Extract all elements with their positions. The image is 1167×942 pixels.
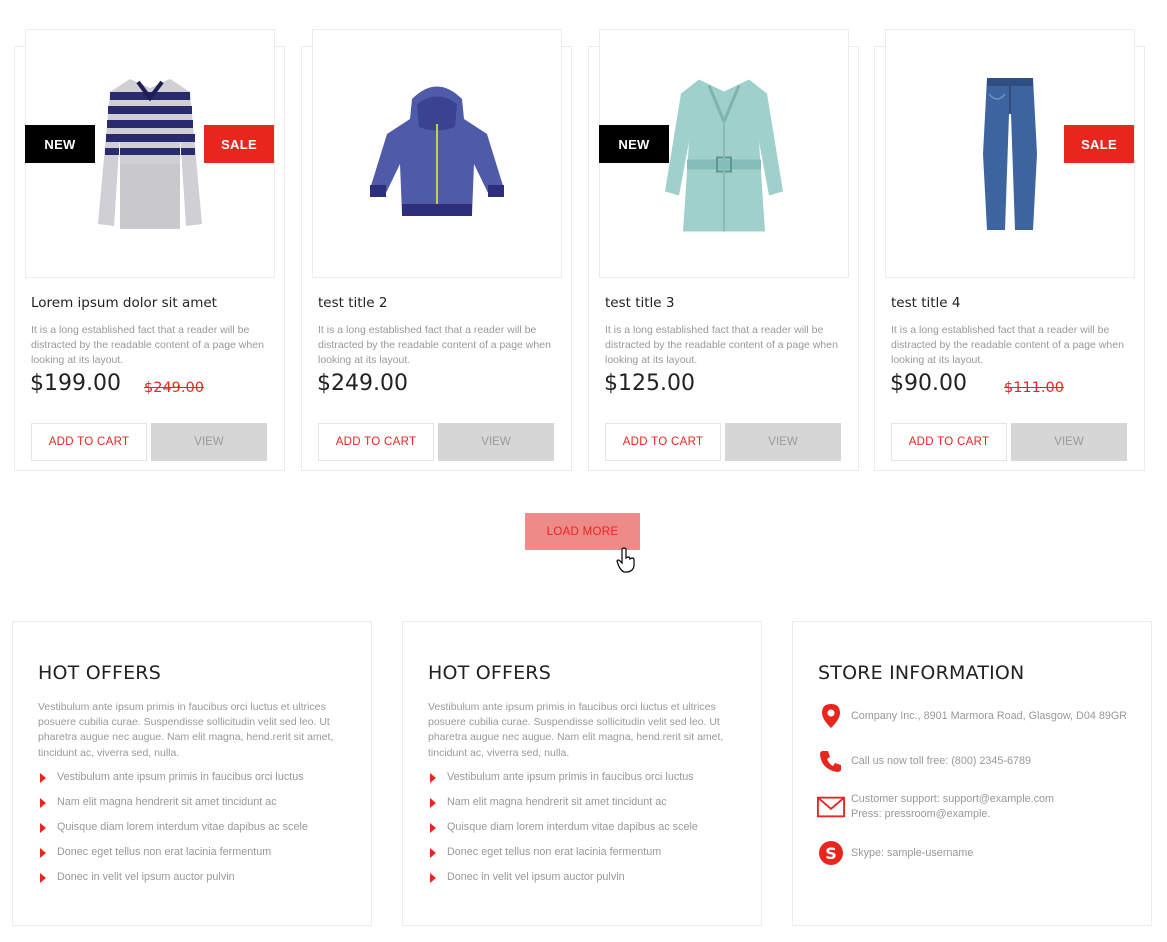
list-item[interactable]: Vestibulum ante ipsum primis in faucibus… [38,770,308,795]
product-image[interactable]: NEW SALE [25,29,275,278]
arrow-right-icon [430,848,436,858]
product-card: NEW SALE Lorem ipsum dolor sit amet It i… [14,29,285,471]
svg-text:S: S [825,844,837,863]
arrow-right-icon [40,773,46,783]
product-title[interactable]: test title 2 [318,295,388,311]
product-description: It is a long established fact that a rea… [891,324,1124,366]
arrow-right-icon [40,848,46,858]
phone-text[interactable]: Call us now toll free: (800) 2345-6789 [851,754,1031,769]
product-description: It is a long established fact that a rea… [318,324,551,366]
arrow-right-icon [40,823,46,833]
product-price: $125.00 [604,371,695,396]
sale-badge: SALE [1064,125,1134,163]
arrow-right-icon [430,873,436,883]
list-item[interactable]: Donec in velit vel ipsum auctor pulvin [38,870,308,895]
list-item[interactable]: Vestibulum ante ipsum primis in faucibus… [428,770,698,795]
product-title[interactable]: Lorem ipsum dolor sit amet [31,295,217,311]
product-image[interactable]: NEW [599,29,849,278]
striped-sweater-image [98,78,202,229]
panel-title: STORE INFORMATION [818,662,1025,684]
list-item[interactable]: Quisque diam lorem interdum vitae dapibu… [428,820,698,845]
new-badge: NEW [25,125,95,163]
email-text[interactable]: Customer support: support@example.com Pr… [851,792,1054,821]
panel-text: Vestibulum ante ipsum primis in faucibus… [428,701,724,759]
add-to-cart-button[interactable]: ADD TO CART [891,423,1007,461]
skype-icon: S [817,839,845,867]
location-pin-icon [817,702,845,730]
list-item[interactable]: Donec eget tellus non erat lacinia ferme… [38,845,308,870]
panel-text: Vestibulum ante ipsum primis in faucibus… [38,701,334,759]
add-to-cart-button[interactable]: ADD TO CART [318,423,434,461]
list-item[interactable]: Donec eget tellus non erat lacinia ferme… [428,845,698,870]
support-email[interactable]: Customer support: support@example.com [851,793,1054,805]
product-grid: NEW SALE Lorem ipsum dolor sit amet It i… [14,0,1154,472]
panel-title: HOT OFFERS [38,662,161,684]
product-title[interactable]: test title 4 [891,295,961,311]
sale-badge: SALE [204,125,274,163]
product-description: It is a long established fact that a rea… [31,324,264,366]
hot-offers-panel: HOT OFFERS Vestibulum ante ipsum primis … [402,621,762,926]
store-information-panel: STORE INFORMATION Company Inc., 8901 Mar… [792,621,1152,926]
mint-trench-coat-image [665,79,783,231]
product-card: NEW test title 3 It is a long establishe… [588,29,859,471]
list-item[interactable]: Donec in velit vel ipsum auctor pulvin [428,870,698,895]
list-item[interactable]: Quisque diam lorem interdum vitae dapibu… [38,820,308,845]
email-row: Customer support: support@example.com Pr… [817,792,1054,821]
phone-row: Call us now toll free: (800) 2345-6789 [817,747,1031,775]
new-badge: NEW [599,125,669,163]
list-item[interactable]: Nam elit magna hendrerit sit amet tincid… [428,795,698,820]
view-button[interactable]: VIEW [438,423,554,461]
blue-jeans-image [983,77,1037,230]
product-image[interactable]: SALE [885,29,1135,278]
product-title[interactable]: test title 3 [605,295,675,311]
add-to-cart-button[interactable]: ADD TO CART [31,423,147,461]
product-price: $90.00 [890,371,967,396]
hand-cursor-icon [616,547,635,573]
panel-title: HOT OFFERS [428,662,551,684]
product-price: $199.00 [30,371,121,396]
address-row: Company Inc., 8901 Marmora Road, Glasgow… [817,702,1127,730]
view-button[interactable]: VIEW [725,423,841,461]
product-old-price: $111.00 [1004,380,1064,396]
product-card: test title 2 It is a long established fa… [301,29,572,471]
arrow-right-icon [40,798,46,808]
offers-list: Vestibulum ante ipsum primis in faucibus… [38,770,308,895]
load-more-button[interactable]: LOAD MORE [525,513,640,550]
address-text: Company Inc., 8901 Marmora Road, Glasgow… [851,709,1128,722]
skype-row: S Skype: sample-username [817,839,973,867]
view-button[interactable]: VIEW [151,423,267,461]
product-price: $249.00 [317,371,408,396]
hot-offers-panel: HOT OFFERS Vestibulum ante ipsum primis … [12,621,372,926]
offers-list: Vestibulum ante ipsum primis in faucibus… [428,770,698,895]
product-card: SALE test title 4 It is a long establish… [874,29,1145,471]
arrow-right-icon [430,823,436,833]
arrow-right-icon [430,773,436,783]
press-email[interactable]: Press: pressroom@example. [851,808,990,820]
list-item[interactable]: Nam elit magna hendrerit sit amet tincid… [38,795,308,820]
arrow-right-icon [40,873,46,883]
envelope-icon [817,793,845,821]
blue-hoodie-image [370,86,504,216]
product-description: It is a long established fact that a rea… [605,324,838,366]
arrow-right-icon [430,798,436,808]
phone-icon [817,747,845,775]
product-old-price: $249.00 [144,380,204,396]
add-to-cart-button[interactable]: ADD TO CART [605,423,721,461]
skype-text[interactable]: Skype: sample-username [851,846,973,861]
product-image[interactable] [312,29,562,278]
view-button[interactable]: VIEW [1011,423,1127,461]
